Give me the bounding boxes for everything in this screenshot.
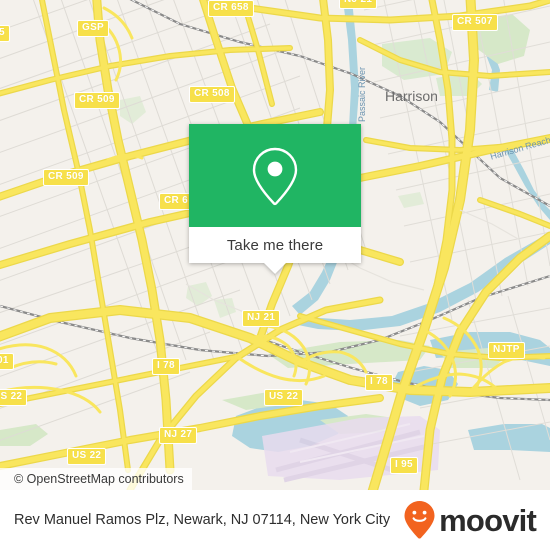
map-shield-nj-27[interactable]: NJ 27 <box>159 427 198 444</box>
map-shield-us-22[interactable]: US 22 <box>67 448 107 465</box>
moovit-pin-smiley-icon <box>404 501 435 539</box>
map-shield-i-78-east[interactable]: I 78 <box>365 374 393 391</box>
footer-bar: Rev Manuel Ramos Plz, Newark, NJ 07114, … <box>0 490 550 550</box>
map-shield-cr-658[interactable]: CR 658 <box>208 0 254 17</box>
map-shield-nj-21-top[interactable]: NJ 21 <box>339 0 378 9</box>
map-shield-edge-01[interactable]: 01 <box>0 353 14 370</box>
map-place-label-harrison: Harrison <box>385 88 438 104</box>
map-shield-cr-508[interactable]: CR 508 <box>189 86 235 103</box>
map-shield-nj-21[interactable]: NJ 21 <box>242 310 281 327</box>
map-shield-us-22-edge[interactable]: US 22 <box>0 389 28 406</box>
map-shield-edge-5[interactable]: 5 <box>0 25 10 42</box>
map-shield-i-95[interactable]: I 95 <box>390 457 418 474</box>
moovit-map-screenshot: Harrison Passaic River Harrison Reach CR… <box>0 0 550 550</box>
popup-header <box>189 124 361 227</box>
map-shield-i-78-west[interactable]: I 78 <box>152 358 180 375</box>
map-shield-njtp[interactable]: NJTP <box>488 342 525 359</box>
popup-tail-pointer <box>264 263 286 274</box>
map-shield-cr-507[interactable]: CR 507 <box>452 14 498 31</box>
moovit-wordmark: moovit <box>439 502 537 538</box>
map-shield-cr-509-top[interactable]: CR 509 <box>74 92 120 109</box>
map-shield-cr-6[interactable]: CR 6 <box>159 193 193 210</box>
map-shield-cr-509[interactable]: CR 509 <box>43 169 89 186</box>
map-water-label-passaic-river: Passaic River <box>357 66 367 122</box>
address-label: Rev Manuel Ramos Plz, Newark, NJ 07114, … <box>14 511 391 528</box>
map-attribution[interactable]: © OpenStreetMap contributors <box>0 468 192 490</box>
location-pin-icon <box>252 147 298 205</box>
take-me-there-label: Take me there <box>226 236 324 254</box>
map-shield-gsp[interactable]: GSP <box>77 20 110 37</box>
moovit-brand[interactable]: moovit <box>403 500 537 540</box>
popup-footer[interactable]: Take me there <box>189 227 361 274</box>
location-popup-card[interactable]: Take me there <box>189 124 361 274</box>
map-shield-us-22-mid[interactable]: US 22 <box>264 389 304 406</box>
